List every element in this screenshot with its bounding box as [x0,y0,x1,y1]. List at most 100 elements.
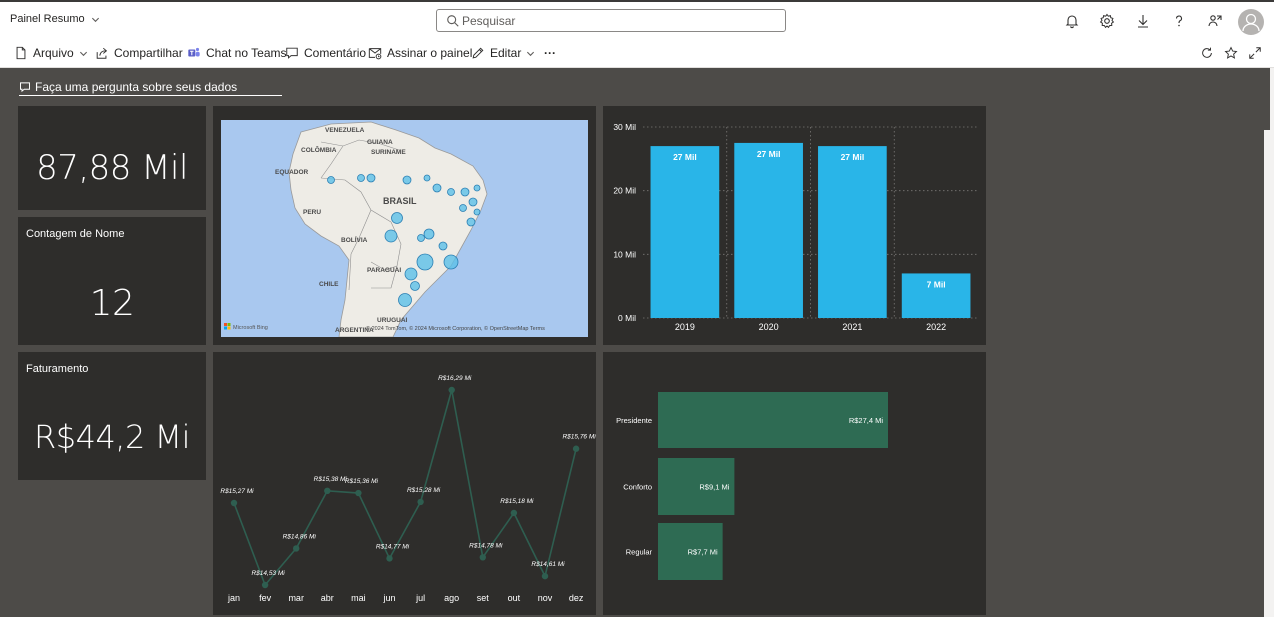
help-icon[interactable] [1171,13,1187,29]
line-data-label: R$15,36 Mi [345,478,379,485]
line-point [355,489,362,497]
more-options-button[interactable]: ··· [544,45,556,61]
line-series [233,389,577,587]
card-revenue-value: R$44,2 Mi [33,418,191,456]
x-tick-label: abr [321,593,334,603]
line-point [324,487,331,495]
y-tick-label: 10 Mil [613,249,636,259]
share-icon [96,47,108,59]
y-tick-label: 20 Mil [613,186,636,196]
map-visual[interactable]: VENEZUELA GUIANA SURINAME COLÔMBIA EQUAD… [221,120,588,337]
top-header: Painel Resumo [0,0,1274,39]
line-point [541,572,549,580]
chevron-down-icon [79,51,87,56]
refresh-icon[interactable] [1200,46,1214,60]
map-label: COLÔMBIA [301,145,337,154]
gear-icon[interactable] [1099,13,1115,29]
line-point [293,545,300,552]
bar-data-label: 27 Mil [673,152,697,162]
fullscreen-icon[interactable] [1248,46,1262,60]
card-revenue[interactable]: Faturamento R$44,2 Mi [18,352,206,480]
teams-chat-label: Chat no Teams [206,46,287,60]
user-icon [1242,13,1260,32]
file-menu-label: Arquivo [33,46,74,60]
bar-data-label: 27 Mil [757,149,781,159]
x-tick-label: 2022 [926,322,946,332]
map-label: BOLÍVIA [341,235,368,244]
map-label: URUGUAI [377,317,408,324]
map-attribution[interactable]: © 2024 TomTom, © 2024 Microsoft Corporat… [366,325,545,332]
bar-data-label: 7 Mil [927,279,946,289]
map-label: BRASIL [383,196,417,206]
y-category-label: Regular [626,548,653,557]
line-data-label: R$15,38 Mi [314,476,348,483]
hbar-data-label: R$9,1 Mi [699,483,729,492]
favorite-star-icon[interactable] [1224,46,1238,60]
qna-box[interactable]: Faça uma pergunta sobre seus dados [19,78,282,96]
hbar-data-label: R$27,4 Mi [849,416,884,425]
card-count-title: Contagem de Nome [26,228,125,240]
pencil-icon [472,47,484,59]
horizontal-bar-chart[interactable]: R$27,4 Mi Presidente R$9,1 Mi Conforto R$7,7… [603,352,986,615]
line-point [510,509,518,517]
y-category-label: Conforto [623,483,652,492]
x-tick-label: dez [569,593,584,603]
line-chart[interactable]: R$15,27 Mi jan R$14,53 Mi fev R$14,86 Mi mar R… [213,352,596,615]
line-data-label: R$14,53 Mi [251,570,285,577]
x-tick-label: jul [415,593,425,603]
search-box[interactable] [436,9,786,32]
map-label: SURINAME [371,149,406,156]
column-chart-tile[interactable]: 0 Mil 10 Mil 20 Mil 30 Mil 27 Mil 2019 27 Mil 2… [603,106,986,345]
subscribe-icon [368,48,382,60]
vertical-scrollbar[interactable] [1264,130,1270,617]
card-count-value: 12 [89,283,135,324]
share-button[interactable]: Compartilhar [95,45,183,61]
bar [818,146,887,318]
card-revenue-title: Faturamento [26,363,89,375]
teams-chat-button[interactable]: Chat no Teams [187,45,287,61]
x-tick-label: 2021 [842,322,862,332]
line-data-label: R$14,78 Mi [469,542,503,549]
map-tile[interactable]: VENEZUELA GUIANA SURINAME COLÔMBIA EQUAD… [213,106,596,345]
card-count[interactable]: Contagem de Nome 12 [18,217,206,345]
line-data-label: R$14,86 Mi [283,533,317,540]
command-toolbar: Arquivo Compartilhar Chat no Teams Comen… [0,39,1274,68]
line-point [261,581,269,589]
x-tick-label: jan [227,593,240,603]
card-total[interactable]: 87,88 Mil [18,106,206,210]
qna-label: Faça uma pergunta sobre seus dados [35,79,238,94]
file-menu-button[interactable]: Arquivo [14,45,88,61]
hbar-chart-tile[interactable]: R$27,4 Mi Presidente R$9,1 Mi Conforto R$7,7… [603,352,986,615]
share-label: Compartilhar [114,46,183,60]
x-tick-label: 2019 [675,322,695,332]
map-label: GUIANA [367,139,393,146]
x-tick-label: mar [288,593,304,603]
line-data-label: R$15,18 Mi [500,498,534,505]
map-label: VENEZUELA [325,127,365,134]
x-tick-label: set [477,593,490,603]
map-logo-text: Microsoft Bing [233,325,268,331]
comment-button[interactable]: Comentário [285,45,366,61]
subscribe-button[interactable]: Assinar o painel [368,45,472,61]
y-category-label: Presidente [616,416,652,425]
download-icon[interactable] [1135,13,1151,29]
teams-icon [188,47,200,57]
avatar[interactable] [1238,9,1264,35]
line-point [386,555,393,562]
file-icon [16,46,26,60]
subscribe-label: Assinar o painel [387,46,473,60]
edit-button[interactable]: Editar [471,45,535,61]
line-data-label: R$16,29 Mi [438,375,472,382]
bell-icon[interactable] [1064,13,1080,29]
search-input[interactable] [462,12,772,29]
y-tick-label: 0 Mil [618,313,636,323]
card-total-value: 87,88 Mil [36,148,188,188]
map-label: PERU [303,209,321,216]
comment-icon [286,47,298,59]
column-chart[interactable]: 0 Mil 10 Mil 20 Mil 30 Mil 27 Mil 2019 27 Mil 2… [603,106,986,345]
more-options-label: ··· [544,46,556,60]
line-chart-tile[interactable]: R$15,27 Mi jan R$14,53 Mi fev R$14,86 Mi mar R… [213,352,596,615]
share-people-icon[interactable] [1207,13,1223,29]
app-title-dropdown[interactable]: Painel Resumo [10,13,100,25]
x-tick-label: jun [382,593,395,603]
